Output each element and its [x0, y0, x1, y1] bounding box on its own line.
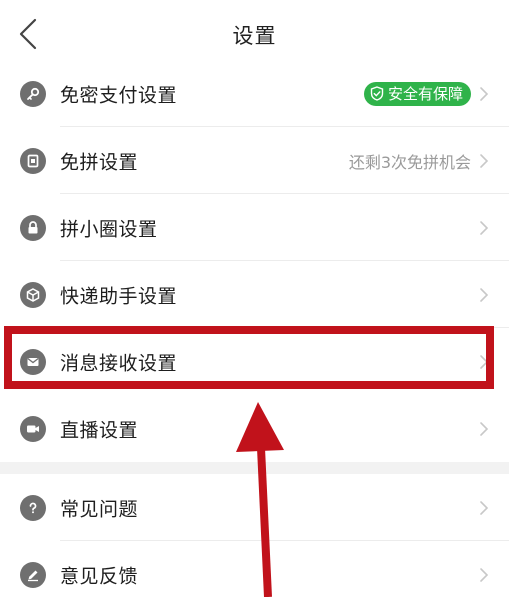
annotation-arrow-icon: [236, 402, 284, 597]
